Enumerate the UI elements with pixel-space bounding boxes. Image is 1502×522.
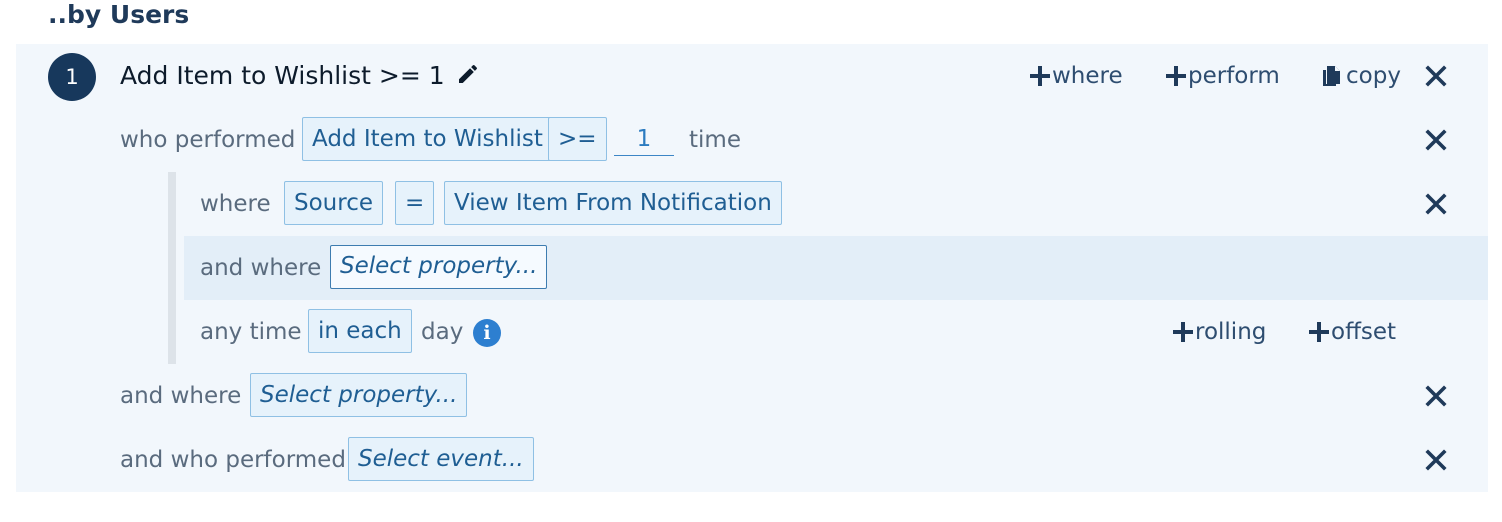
where-operator-chip[interactable]: =: [395, 181, 435, 225]
remove-and-performed-close-icon[interactable]: [1423, 447, 1449, 473]
any-time-label: any time: [200, 319, 302, 345]
event-select-chip[interactable]: Add Item to Wishlist: [302, 117, 553, 161]
property-select-chip[interactable]: Source: [284, 181, 383, 225]
remove-where-close-icon[interactable]: [1423, 191, 1449, 217]
select-event-chip[interactable]: Select event...: [348, 437, 534, 481]
plus-icon: [1173, 322, 1193, 342]
time-unit-label: time: [689, 127, 741, 153]
and-who-performed-label: and who performed: [120, 447, 346, 473]
section-heading: ..by Users: [48, 0, 190, 29]
select-property-inner-chip[interactable]: Select property...: [330, 245, 548, 289]
property-value-chip[interactable]: View Item From Notification: [444, 181, 782, 225]
who-performed-label: who performed: [120, 127, 296, 153]
copy-icon: [1323, 66, 1340, 86]
remove-step-close-icon[interactable]: [1423, 63, 1449, 89]
add-where-label: where: [1052, 63, 1123, 89]
offset-label: offset: [1331, 319, 1397, 345]
rolling-label: rolling: [1195, 319, 1267, 345]
step-title: Add Item to Wishlist >= 1: [120, 61, 445, 90]
remove-performed-close-icon[interactable]: [1423, 127, 1449, 153]
copy-button[interactable]: copy: [1320, 61, 1401, 91]
info-icon[interactable]: i: [473, 319, 501, 347]
nested-indent-bar: [168, 172, 176, 364]
and-where-outer-label: and where: [120, 383, 242, 409]
select-property-outer-chip[interactable]: Select property...: [250, 373, 468, 417]
add-rolling-button[interactable]: rolling: [1173, 317, 1266, 347]
add-offset-button[interactable]: offset: [1309, 317, 1396, 347]
step-number-badge: 1: [48, 53, 96, 101]
remove-and-where-close-icon[interactable]: [1423, 383, 1449, 409]
edit-pencil-icon[interactable]: [456, 62, 480, 86]
count-input[interactable]: 1: [614, 123, 674, 156]
operator-select-chip[interactable]: >=: [548, 117, 607, 161]
add-where-button[interactable]: where: [1030, 61, 1123, 91]
plus-icon: [1166, 66, 1186, 86]
and-where-inner-label: and where: [200, 255, 322, 281]
day-unit-label: day: [421, 319, 464, 345]
plus-icon: [1309, 322, 1329, 342]
copy-label: copy: [1346, 63, 1401, 89]
where-label: where: [200, 191, 271, 217]
time-mode-chip[interactable]: in each: [308, 309, 412, 353]
add-perform-button[interactable]: perform: [1166, 61, 1280, 91]
plus-icon: [1030, 66, 1050, 86]
add-perform-label: perform: [1188, 63, 1280, 89]
